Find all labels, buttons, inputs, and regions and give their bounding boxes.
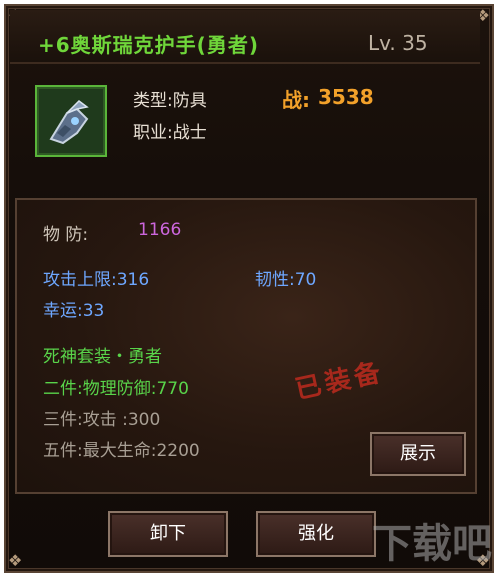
- item-class: 职业:战士: [133, 123, 207, 143]
- enhance-button-label: 强化: [298, 523, 334, 544]
- set-name: 死神套装・勇者: [43, 347, 162, 367]
- defense-label: 物 防:: [43, 225, 89, 245]
- set-bonus-two: 二件:物理防御:770: [43, 379, 189, 399]
- watermark-logo: 下载吧: [372, 521, 492, 567]
- unequip-button-label: 卸下: [150, 523, 186, 544]
- item-type: 类型:防具: [133, 91, 207, 111]
- gauntlet-icon: [39, 89, 103, 153]
- defense-value: 1166: [138, 220, 182, 240]
- set-bonus-five: 五件:最大生命:2200: [43, 441, 200, 461]
- item-level: Lv. 35: [368, 31, 428, 55]
- item-slot[interactable]: +6: [35, 85, 107, 157]
- unequip-button[interactable]: 卸下: [108, 511, 228, 557]
- attack-max-stat: 攻击上限:316: [43, 270, 150, 290]
- enhance-button[interactable]: 强化: [256, 511, 376, 557]
- toughness-stat: 韧性:70: [255, 270, 317, 290]
- power-value: 3538: [318, 85, 374, 109]
- set-bonus-three: 三件:攻击 :300: [43, 410, 161, 430]
- corner-ornament-icon: ❖: [8, 551, 23, 570]
- show-button[interactable]: 展示: [370, 432, 466, 476]
- item-name: +6奥斯瑞克护手(勇者): [38, 33, 259, 57]
- show-button-label: 展示: [400, 443, 436, 464]
- luck-stat: 幸运:33: [43, 301, 105, 321]
- power-label: 战:: [282, 88, 310, 112]
